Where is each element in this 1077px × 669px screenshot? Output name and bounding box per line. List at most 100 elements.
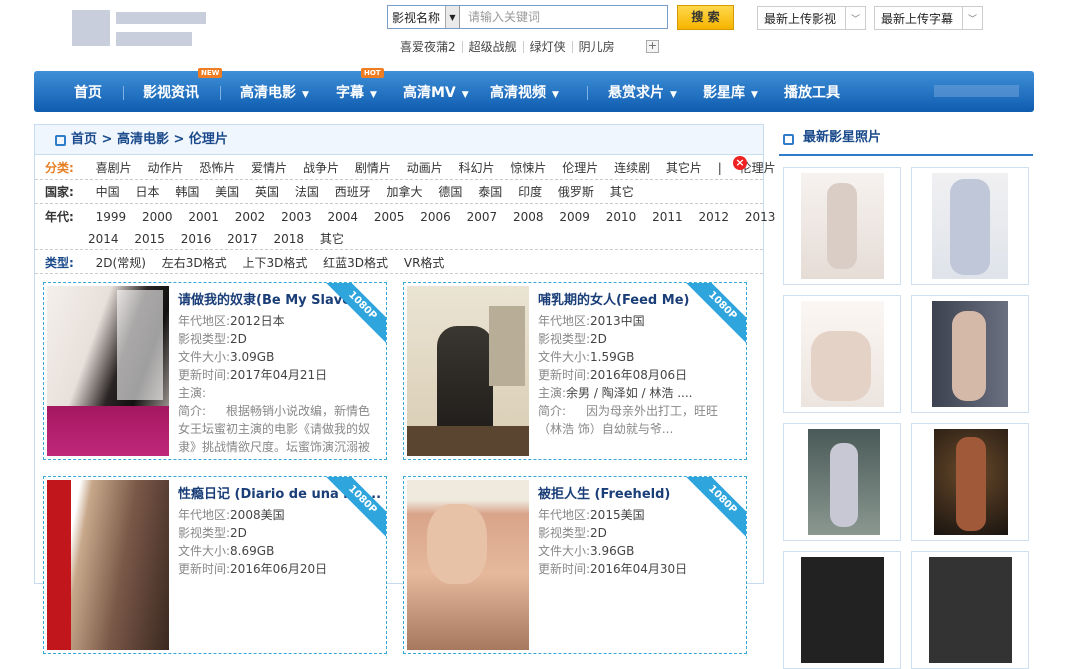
filter-link[interactable]: 其它 — [610, 185, 634, 199]
filter-link[interactable]: 2014 — [88, 232, 119, 246]
chevron-down-icon: ▼ — [370, 90, 377, 100]
filter-link[interactable]: 1999 — [96, 210, 127, 224]
filter-link[interactable]: 德国 — [438, 185, 462, 199]
star-photo[interactable] — [783, 295, 901, 413]
filter-link[interactable]: 其它 — [320, 232, 344, 246]
filter-link[interactable]: 惊悚片 — [510, 161, 546, 175]
movie-size: 3.09GB — [230, 350, 275, 364]
movie-card[interactable]: 哺乳期的女人(Feed Me) 年代地区:2013中国 影视类型:2D 文件大小… — [403, 282, 747, 460]
filter-link[interactable]: 其它片 — [666, 161, 702, 175]
filter-link[interactable]: 2010 — [606, 210, 637, 224]
filter-link[interactable]: 2018 — [274, 232, 305, 246]
nav-item-hd-video[interactable]: 高清视频 ▼ — [490, 71, 559, 112]
movie-card[interactable]: 请做我的奴隶(Be My Slave) 年代地区:2012日本 影视类型:2D … — [43, 282, 387, 460]
movie-updated: 2016年08月06日 — [590, 368, 688, 382]
search-input[interactable] — [460, 6, 667, 28]
filter-link[interactable]: 美国 — [215, 185, 239, 199]
filter-link[interactable]: 爱情片 — [251, 161, 287, 175]
nav-item-hd-mv[interactable]: 高清MV ▼ — [403, 71, 469, 112]
hot-keyword-link[interactable]: 阴儿房 — [571, 41, 621, 53]
filter-link[interactable]: 印度 — [518, 185, 542, 199]
filter-link[interactable]: 剧情片 — [355, 161, 391, 175]
nav-user-info — [934, 85, 1019, 97]
filter-link[interactable]: 西班牙 — [335, 185, 371, 199]
filter-link[interactable]: 2006 — [420, 210, 451, 224]
nav-item-subtitles[interactable]: 字幕 ▼ HOT — [336, 68, 384, 112]
filter-link[interactable]: VR格式 — [404, 256, 445, 270]
filter-link[interactable]: 科幻片 — [459, 161, 495, 175]
latest-subtitles-label: 最新上传字幕 — [881, 11, 954, 26]
filter-link[interactable]: 2004 — [328, 210, 359, 224]
filter-link[interactable]: 战争片 — [303, 161, 339, 175]
filter-link[interactable]: 连续剧 — [614, 161, 650, 175]
star-photo[interactable] — [911, 423, 1029, 541]
filter-link[interactable]: 左右3D格式 — [162, 256, 227, 270]
filter-link[interactable]: 韩国 — [175, 185, 199, 199]
filter-link[interactable]: 2016 — [181, 232, 212, 246]
hot-keyword-link[interactable]: 超级战舰 — [461, 41, 523, 53]
close-icon[interactable]: × — [733, 156, 747, 170]
field-label: 文件大小: — [538, 544, 591, 558]
hot-keyword-link[interactable]: 喜爱夜蒲2 — [400, 41, 462, 53]
box-icon — [783, 134, 794, 145]
field-label: 年代地区: — [178, 508, 231, 522]
filter-link[interactable]: 2002 — [235, 210, 266, 224]
movie-poster[interactable] — [407, 286, 529, 456]
filter-link[interactable]: 俄罗斯 — [558, 185, 594, 199]
filter-link[interactable]: 2015 — [134, 232, 165, 246]
movie-poster[interactable] — [407, 480, 529, 650]
filter-link[interactable]: 上下3D格式 — [242, 256, 307, 270]
latest-subtitles-dropdown[interactable]: 最新上传字幕 ﹀ — [874, 6, 983, 30]
filter-link[interactable]: 2D(常规) — [96, 256, 146, 270]
nav-item-bounty[interactable]: 悬赏求片 ▼ — [608, 71, 677, 112]
filter-link[interactable]: 动作片 — [147, 161, 183, 175]
nav-item-stars[interactable]: 影星库 ▼ — [703, 71, 758, 112]
latest-movies-dropdown[interactable]: 最新上传影视 ﹀ — [757, 6, 866, 30]
nav-item-home[interactable]: 首页 — [74, 71, 102, 112]
nav-item-news[interactable]: 影视资讯 NEW — [143, 68, 223, 112]
filter-link[interactable]: 加拿大 — [387, 185, 423, 199]
filter-link[interactable]: 2017 — [227, 232, 258, 246]
add-icon[interactable]: + — [646, 40, 659, 53]
chevron-down-icon[interactable]: ▼ — [445, 6, 459, 28]
filter-link[interactable]: 中国 — [96, 185, 120, 199]
star-photo[interactable] — [783, 551, 901, 669]
movie-card[interactable]: 性瘾日记 (Diario de una nin... 年代地区:2008美国 影… — [43, 476, 387, 654]
filter-link[interactable]: 红蓝3D格式 — [323, 256, 388, 270]
filter-link[interactable]: 2008 — [513, 210, 544, 224]
star-photo[interactable] — [783, 167, 901, 285]
filter-link[interactable]: 2000 — [142, 210, 173, 224]
star-photo[interactable] — [911, 551, 1029, 669]
movie-poster[interactable] — [47, 480, 169, 650]
breadcrumb[interactable]: 首页 > 高清电影 > 伦理片 — [35, 125, 763, 155]
filter-link[interactable]: 2013 — [745, 210, 776, 224]
star-photo[interactable] — [911, 295, 1029, 413]
filter-link[interactable]: 2005 — [374, 210, 405, 224]
filter-link[interactable]: 日本 — [135, 185, 159, 199]
filter-link[interactable]: 英国 — [255, 185, 279, 199]
site-logo[interactable] — [72, 6, 207, 48]
filter-link[interactable]: 2011 — [652, 210, 683, 224]
movie-card[interactable]: 被拒人生 (Freeheld) 年代地区:2015美国 影视类型:2D 文件大小… — [403, 476, 747, 654]
nav-item-player-tools[interactable]: 播放工具 — [784, 71, 840, 112]
filter-link[interactable]: 2009 — [559, 210, 590, 224]
search-scope-select[interactable]: 影视名称 ▼ — [388, 6, 460, 28]
filter-link[interactable]: 伦理片 — [562, 161, 598, 175]
filter-link[interactable]: 2012 — [699, 210, 730, 224]
filter-link[interactable]: 动画片 — [407, 161, 443, 175]
star-photo[interactable] — [911, 167, 1029, 285]
filter-link[interactable]: 2001 — [188, 210, 219, 224]
movie-size: 8.69GB — [230, 544, 275, 558]
filter-link[interactable]: 恐怖片 — [199, 161, 235, 175]
filter-link[interactable]: 2003 — [281, 210, 312, 224]
movie-poster[interactable] — [47, 286, 169, 456]
filter-link[interactable]: 泰国 — [478, 185, 502, 199]
chevron-down-icon: ﹀ — [962, 7, 982, 29]
nav-item-hd-movies[interactable]: 高清电影 ▼ — [240, 71, 309, 112]
filter-link[interactable]: 法国 — [295, 185, 319, 199]
filter-link[interactable]: 喜剧片 — [96, 161, 132, 175]
hot-keyword-link[interactable]: 绿灯侠 — [522, 41, 572, 53]
star-photo[interactable] — [783, 423, 901, 541]
filter-link[interactable]: 2007 — [467, 210, 498, 224]
search-button[interactable]: 搜 索 — [677, 5, 734, 30]
